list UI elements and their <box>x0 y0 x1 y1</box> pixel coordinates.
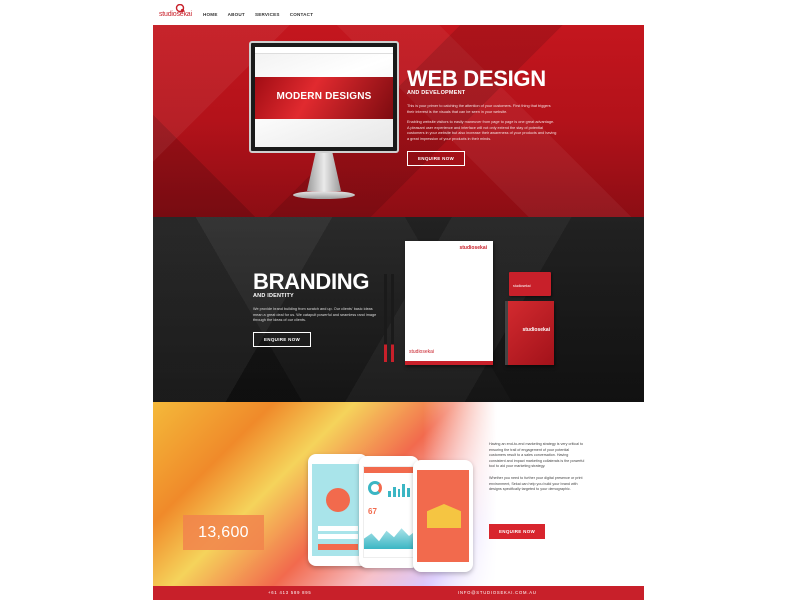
footer-phone[interactable]: +61 413 589 895 <box>268 590 312 595</box>
branding-paragraph: We provide brand building from scratch a… <box>253 307 377 323</box>
phone-mail-image <box>413 460 473 572</box>
nav-about[interactable]: ABOUT <box>228 12 245 17</box>
business-card-image: studiosekai <box>509 272 551 296</box>
pencil-image <box>391 274 394 362</box>
letterhead-footer-logo: studiosekai <box>409 349 435 355</box>
branding-section: BRANDING AND IDENTITY We provide brand b… <box>153 217 644 402</box>
stat-counter: 13,600 <box>183 515 264 550</box>
page: studiosekai HOME ABOUT SERVICES CONTACT … <box>153 0 644 600</box>
screen-title: MODERN DESIGNS <box>276 91 372 102</box>
donut-chart-icon <box>368 481 382 495</box>
letterhead-image: studiosekai studiosekai <box>405 241 493 365</box>
marketing-paragraph-2: Whether you need to further your digital… <box>489 475 583 492</box>
web-design-enquire-button[interactable]: ENQUIRE NOW <box>407 150 466 166</box>
site-header: studiosekai HOME ABOUT SERVICES CONTACT <box>153 0 644 26</box>
notebook-image: studiosekai <box>505 301 554 365</box>
business-card-text: studiosekai <box>513 284 531 288</box>
phone-analytics-image: 67 <box>359 456 419 568</box>
web-design-text: WEB DESIGN AND DEVELOPMENT This is your … <box>407 68 557 166</box>
footer-email[interactable]: INFO@STUDIOSEKAI.COM.AU <box>458 590 537 595</box>
branding-enquire-button[interactable]: ENQUIRE NOW <box>253 331 312 347</box>
branding-title: BRANDING <box>253 269 370 294</box>
branding-text: BRANDING AND IDENTITY We provide brand b… <box>253 271 378 347</box>
pencil-image <box>384 274 387 362</box>
site-footer: +61 413 589 895 INFO@STUDIOSEKAI.COM.AU <box>153 586 644 600</box>
phone-stat-number: 67 <box>368 507 377 516</box>
nav-services[interactable]: SERVICES <box>255 12 280 17</box>
marketing-text: Having an end-to-end marketing strategy … <box>489 442 585 499</box>
monitor-screen: MODERN DESIGNS <box>249 41 399 153</box>
lock-icon <box>326 488 350 512</box>
web-design-paragraph-2: Enabling website visitors to easily mane… <box>407 120 557 141</box>
letterhead-logo: studiosekai <box>459 245 487 251</box>
logo-text: studiosekai <box>159 11 192 18</box>
monitor-image: MODERN DESIGNS <box>249 41 399 209</box>
envelope-icon <box>427 504 461 528</box>
marketing-paragraph-1: Having an end-to-end marketing strategy … <box>489 442 585 469</box>
nav-home[interactable]: HOME <box>203 12 218 17</box>
marketing-section: 13,600 67 Having an end-to-end marketing… <box>153 402 644 586</box>
web-design-paragraph-1: This is your primer to catching the atte… <box>407 104 551 114</box>
logo[interactable]: studiosekai <box>159 4 192 20</box>
marketing-enquire-button[interactable]: ENQUIRE NOW <box>489 524 546 539</box>
notebook-text: studiosekai <box>522 327 550 333</box>
main-nav: HOME ABOUT SERVICES CONTACT <box>203 12 313 17</box>
web-design-section: MODERN DESIGNS WEB DESIGN AND DEVELOPMEN… <box>153 25 644 217</box>
nav-contact[interactable]: CONTACT <box>290 12 314 17</box>
web-design-title: WEB DESIGN <box>407 66 546 91</box>
bar-chart-icon <box>388 483 410 497</box>
area-chart-icon <box>364 528 414 549</box>
